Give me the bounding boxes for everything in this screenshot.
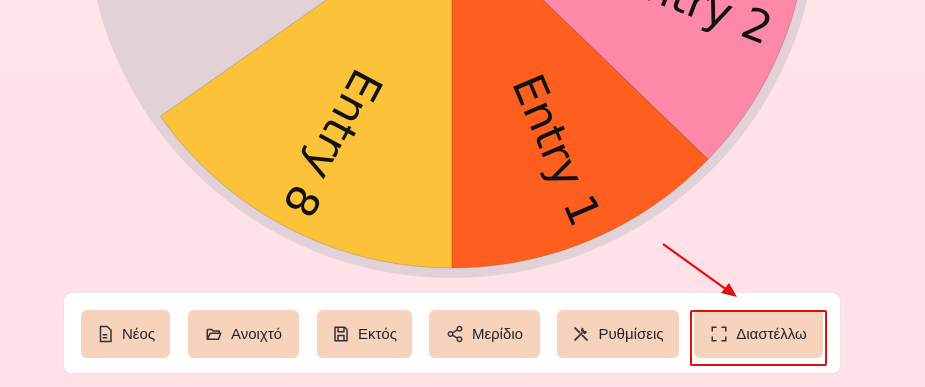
new-file-icon (96, 325, 114, 343)
new-button[interactable]: Νέος (81, 310, 170, 358)
folder-open-icon (205, 325, 223, 343)
save-button-label: Εκτός (357, 325, 397, 343)
save-button[interactable]: Εκτός (317, 310, 412, 358)
share-icon (446, 325, 464, 343)
share-button[interactable]: Μερίδιο (429, 310, 540, 358)
open-button-label: Ανοιχτό (230, 325, 283, 343)
new-button-label: Νέος (121, 325, 156, 343)
open-button[interactable]: Ανοιχτό (188, 310, 299, 358)
settings-button-label: Ρυθμίσεις (598, 325, 664, 343)
tools-icon (572, 325, 590, 343)
share-button-label: Μερίδιο (471, 325, 524, 343)
settings-button[interactable]: Ρυθμίσεις (557, 310, 679, 358)
fullscreen-highlight-box (690, 310, 827, 366)
save-icon (332, 325, 350, 343)
